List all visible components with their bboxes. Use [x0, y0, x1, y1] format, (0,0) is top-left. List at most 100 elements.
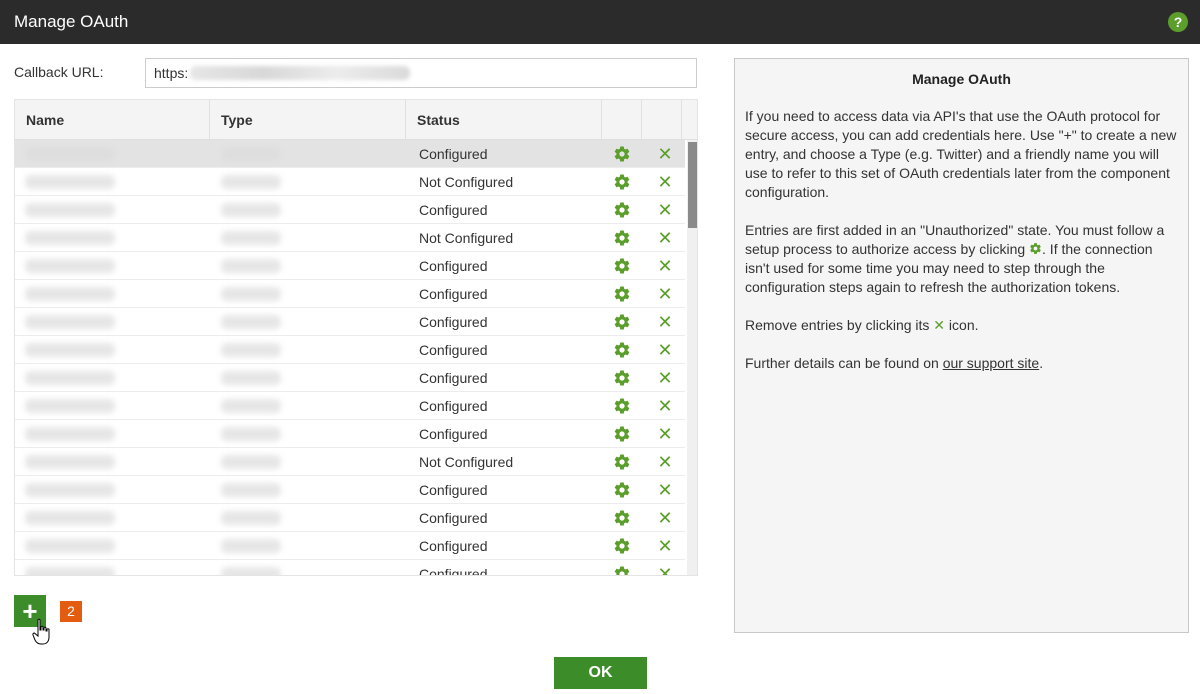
callback-url-label: Callback URL: [14, 64, 104, 80]
row-type-redacted [221, 315, 281, 329]
row-status: Configured [419, 510, 488, 526]
table-row[interactable]: Configured ✕ [15, 364, 685, 392]
row-status: Configured [419, 286, 488, 302]
dialog-title: Manage OAuth [14, 12, 129, 31]
table-row[interactable]: Configured ✕ [15, 476, 685, 504]
help-text: If you need to access data via API's tha… [745, 108, 1177, 200]
table-row[interactable]: Not Configured ✕ [15, 448, 685, 476]
row-type-redacted [221, 539, 281, 553]
help-title: Manage OAuth [912, 71, 1011, 87]
table-row[interactable]: Configured ✕ [15, 504, 685, 532]
close-icon[interactable]: ✕ [657, 565, 673, 575]
gear-icon[interactable] [613, 565, 631, 576]
close-icon: ✕ [933, 317, 946, 333]
column-header-delete [642, 100, 682, 140]
gear-icon[interactable] [613, 145, 631, 163]
gear-icon[interactable] [613, 285, 631, 303]
row-status: Configured [419, 426, 488, 442]
close-icon[interactable]: ✕ [657, 313, 673, 331]
table-row[interactable]: Configured ✕ [15, 280, 685, 308]
close-icon[interactable]: ✕ [657, 369, 673, 387]
table-row[interactable]: Configured ✕ [15, 196, 685, 224]
gear-icon[interactable] [613, 453, 631, 471]
row-name-redacted [25, 483, 115, 497]
row-type-redacted [221, 175, 281, 189]
table-row[interactable]: Configured ✕ [15, 252, 685, 280]
row-type-redacted [221, 203, 281, 217]
table-row[interactable]: Configured ✕ [15, 392, 685, 420]
gear-icon[interactable] [613, 481, 631, 499]
gear-icon[interactable] [613, 369, 631, 387]
oauth-grid: Name Type Status Configured ✕ Not Configur… [14, 99, 698, 576]
close-icon[interactable]: ✕ [657, 145, 673, 163]
scrollbar-thumb[interactable] [688, 142, 697, 228]
row-status: Configured [419, 566, 488, 576]
close-icon[interactable]: ✕ [657, 425, 673, 443]
gear-icon[interactable] [613, 509, 631, 527]
row-status: Not Configured [419, 230, 514, 246]
column-header-configure [602, 100, 642, 140]
gear-icon[interactable] [613, 313, 631, 331]
help-icon[interactable]: ? [1168, 12, 1188, 32]
table-row[interactable]: Configured ✕ [15, 420, 685, 448]
column-header-type[interactable]: Type [210, 100, 406, 140]
row-status: Configured [419, 482, 488, 498]
help-paragraph-1: If you need to access data via API's tha… [745, 107, 1178, 202]
table-row[interactable]: Configured ✕ [15, 336, 685, 364]
table-row[interactable]: Configured ✕ [15, 560, 685, 576]
close-icon[interactable]: ✕ [657, 509, 673, 527]
table-row[interactable]: Not Configured ✕ [15, 224, 685, 252]
gear-icon[interactable] [613, 341, 631, 359]
close-icon[interactable]: ✕ [657, 201, 673, 219]
table-row[interactable]: Configured ✕ [15, 140, 685, 168]
redacted-url [190, 66, 410, 80]
row-type-redacted [221, 455, 281, 469]
gear-icon[interactable] [613, 537, 631, 555]
close-icon[interactable]: ✕ [657, 341, 673, 359]
gear-icon[interactable] [613, 425, 631, 443]
row-status: Not Configured [419, 174, 514, 190]
close-icon[interactable]: ✕ [657, 481, 673, 499]
ok-button[interactable]: OK [554, 657, 647, 689]
row-name-redacted [25, 427, 115, 441]
row-status: Configured [419, 314, 488, 330]
row-name-redacted [25, 203, 115, 217]
count-badge: 2 [60, 601, 82, 622]
row-type-redacted [221, 147, 281, 161]
grid-scrollbar[interactable] [687, 140, 697, 575]
table-row[interactable]: Not Configured ✕ [15, 168, 685, 196]
gear-icon[interactable] [613, 173, 631, 191]
row-name-redacted [25, 315, 115, 329]
support-site-link[interactable]: our support site [943, 355, 1040, 371]
row-type-redacted [221, 231, 281, 245]
gear-icon[interactable] [613, 201, 631, 219]
row-status: Configured [419, 342, 488, 358]
table-row[interactable]: Configured ✕ [15, 532, 685, 560]
row-name-redacted [25, 175, 115, 189]
hand-cursor-icon [32, 618, 50, 645]
row-name-redacted [25, 371, 115, 385]
gear-icon[interactable] [613, 257, 631, 275]
column-header-name[interactable]: Name [15, 100, 210, 140]
close-icon[interactable]: ✕ [657, 453, 673, 471]
help-panel: Manage OAuth If you need to access data … [734, 58, 1189, 633]
close-icon[interactable]: ✕ [657, 229, 673, 247]
close-icon[interactable]: ✕ [657, 285, 673, 303]
close-icon[interactable]: ✕ [657, 257, 673, 275]
column-header-status[interactable]: Status [406, 100, 602, 140]
close-icon[interactable]: ✕ [657, 537, 673, 555]
close-icon[interactable]: ✕ [657, 397, 673, 415]
dialog-titlebar: Manage OAuth ? [0, 0, 1200, 44]
row-name-redacted [25, 399, 115, 413]
gear-icon[interactable] [613, 229, 631, 247]
gear-icon[interactable] [613, 397, 631, 415]
table-row[interactable]: Configured ✕ [15, 308, 685, 336]
row-name-redacted [25, 567, 115, 575]
row-name-redacted [25, 343, 115, 357]
row-name-redacted [25, 511, 115, 525]
row-name-redacted [25, 455, 115, 469]
row-type-redacted [221, 511, 281, 525]
row-type-redacted [221, 483, 281, 497]
help-text: icon. [948, 317, 979, 333]
close-icon[interactable]: ✕ [657, 173, 673, 191]
